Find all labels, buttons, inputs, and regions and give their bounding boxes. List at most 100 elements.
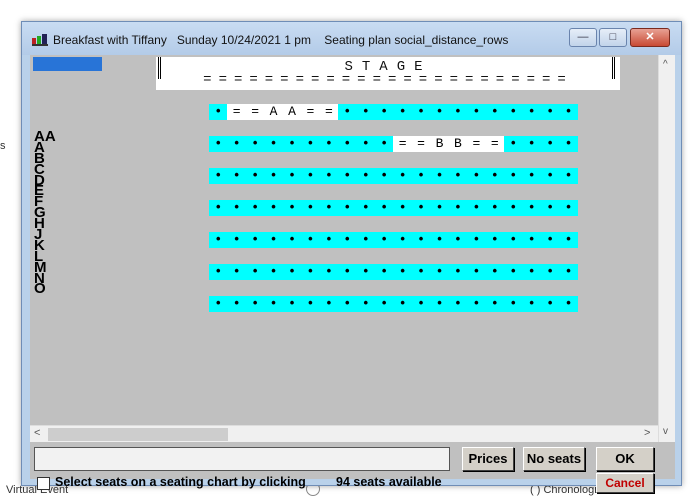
- available-seat[interactable]: •: [301, 264, 319, 280]
- available-seat[interactable]: •: [338, 104, 356, 120]
- scroll-down-arrow-icon[interactable]: v: [663, 426, 668, 437]
- available-seat[interactable]: •: [522, 168, 540, 184]
- available-seat[interactable]: •: [320, 168, 338, 184]
- available-seat[interactable]: •: [430, 264, 448, 280]
- taken-seat[interactable]: B: [430, 136, 449, 152]
- available-seat[interactable]: •: [504, 232, 522, 248]
- available-seat[interactable]: •: [486, 264, 504, 280]
- available-seat[interactable]: •: [338, 232, 356, 248]
- available-seat[interactable]: •: [357, 104, 375, 120]
- available-seat[interactable]: •: [338, 136, 356, 152]
- available-seat[interactable]: •: [430, 168, 448, 184]
- available-seat[interactable]: •: [504, 200, 522, 216]
- available-seat[interactable]: •: [375, 264, 393, 280]
- available-seat[interactable]: •: [449, 264, 467, 280]
- taken-seat[interactable]: A: [264, 104, 283, 120]
- available-seat[interactable]: •: [449, 200, 467, 216]
- taken-seat[interactable]: =: [245, 104, 265, 120]
- available-seat[interactable]: •: [209, 104, 227, 120]
- title-bar[interactable]: Breakfast with Tiffany Sunday 10/24/2021…: [22, 22, 681, 55]
- available-seat[interactable]: •: [283, 296, 301, 312]
- available-seat[interactable]: •: [504, 264, 522, 280]
- taken-seat[interactable]: =: [301, 104, 320, 120]
- available-seat[interactable]: •: [357, 168, 375, 184]
- available-seat[interactable]: •: [227, 200, 245, 216]
- available-seat[interactable]: •: [301, 200, 319, 216]
- available-seat[interactable]: •: [467, 296, 485, 312]
- taken-seat[interactable]: =: [485, 136, 504, 152]
- available-seat[interactable]: •: [264, 168, 282, 184]
- available-seat[interactable]: •: [301, 232, 319, 248]
- ok-button[interactable]: OK: [596, 447, 654, 471]
- available-seat[interactable]: •: [486, 296, 504, 312]
- available-seat[interactable]: •: [246, 296, 264, 312]
- available-seat[interactable]: •: [559, 136, 577, 152]
- available-seat[interactable]: •: [209, 296, 227, 312]
- available-seat[interactable]: •: [357, 136, 375, 152]
- available-seat[interactable]: •: [209, 136, 227, 152]
- available-seat[interactable]: •: [264, 200, 282, 216]
- available-seat[interactable]: •: [320, 136, 338, 152]
- available-seat[interactable]: •: [227, 264, 245, 280]
- available-seat[interactable]: •: [393, 264, 411, 280]
- available-seat[interactable]: •: [486, 200, 504, 216]
- available-seat[interactable]: •: [430, 232, 448, 248]
- horizontal-scroll-thumb[interactable]: [48, 428, 228, 441]
- available-seat[interactable]: •: [541, 232, 559, 248]
- available-seat[interactable]: •: [486, 232, 504, 248]
- available-seat[interactable]: •: [246, 200, 264, 216]
- available-seat[interactable]: •: [375, 200, 393, 216]
- available-seat[interactable]: •: [522, 264, 540, 280]
- minimize-button[interactable]: —: [569, 28, 597, 47]
- available-seat[interactable]: •: [541, 264, 559, 280]
- available-seat[interactable]: •: [209, 232, 227, 248]
- available-seat[interactable]: •: [264, 232, 282, 248]
- available-seat[interactable]: •: [559, 104, 577, 120]
- available-seat[interactable]: •: [393, 296, 411, 312]
- available-seat[interactable]: •: [264, 264, 282, 280]
- available-seat[interactable]: •: [412, 232, 430, 248]
- available-seat[interactable]: •: [246, 264, 264, 280]
- available-seat[interactable]: •: [412, 296, 430, 312]
- available-seat[interactable]: •: [559, 264, 577, 280]
- available-seat[interactable]: •: [209, 264, 227, 280]
- available-seat[interactable]: •: [559, 232, 577, 248]
- available-seat[interactable]: •: [467, 168, 485, 184]
- scroll-left-arrow-icon[interactable]: <: [34, 427, 40, 439]
- available-seat[interactable]: •: [486, 104, 504, 120]
- available-seat[interactable]: •: [412, 264, 430, 280]
- available-seat[interactable]: •: [246, 232, 264, 248]
- available-seat[interactable]: •: [246, 136, 264, 152]
- available-seat[interactable]: •: [486, 168, 504, 184]
- available-seat[interactable]: •: [357, 232, 375, 248]
- available-seat[interactable]: •: [264, 296, 282, 312]
- available-seat[interactable]: •: [264, 136, 282, 152]
- horizontal-scrollbar[interactable]: < >: [30, 425, 658, 442]
- available-seat[interactable]: •: [467, 232, 485, 248]
- available-seat[interactable]: •: [227, 296, 245, 312]
- available-seat[interactable]: •: [559, 200, 577, 216]
- select-by-clicking-checkbox[interactable]: [37, 477, 50, 490]
- available-seat[interactable]: •: [449, 168, 467, 184]
- available-seat[interactable]: •: [375, 136, 393, 152]
- available-seat[interactable]: •: [283, 136, 301, 152]
- available-seat[interactable]: •: [541, 296, 559, 312]
- scroll-up-arrow-icon[interactable]: ^: [663, 59, 668, 70]
- available-seat[interactable]: •: [209, 168, 227, 184]
- available-seat[interactable]: •: [283, 200, 301, 216]
- available-seat[interactable]: •: [412, 104, 430, 120]
- available-seat[interactable]: •: [522, 232, 540, 248]
- available-seat[interactable]: •: [375, 168, 393, 184]
- available-seat[interactable]: •: [301, 296, 319, 312]
- taken-seat[interactable]: =: [467, 136, 486, 152]
- available-seat[interactable]: •: [320, 264, 338, 280]
- available-seat[interactable]: •: [467, 264, 485, 280]
- available-seat[interactable]: •: [541, 104, 559, 120]
- scroll-right-arrow-icon[interactable]: >: [644, 427, 650, 439]
- available-seat[interactable]: •: [393, 200, 411, 216]
- seating-chart-canvas[interactable]: STAGE ======================== AA A B C D E F G…: [30, 55, 658, 425]
- maximize-button[interactable]: □: [599, 28, 627, 47]
- available-seat[interactable]: •: [541, 136, 559, 152]
- available-seat[interactable]: •: [301, 136, 319, 152]
- vertical-scrollbar[interactable]: ^ v: [658, 55, 675, 442]
